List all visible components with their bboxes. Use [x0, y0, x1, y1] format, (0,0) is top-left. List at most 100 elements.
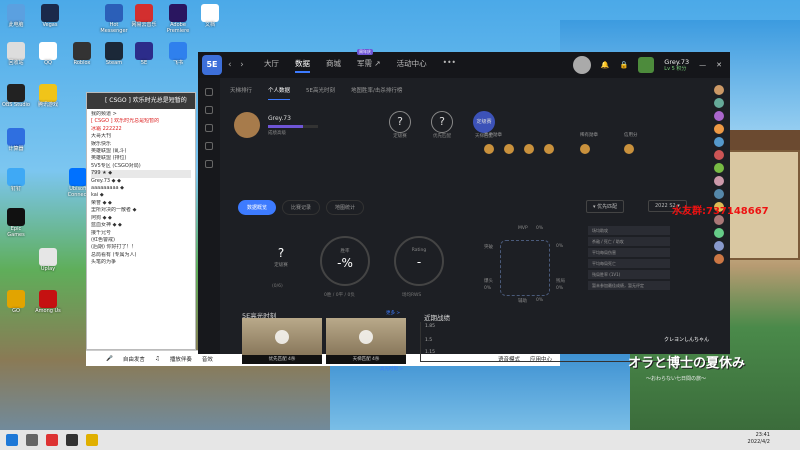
desktop-app-icon[interactable]: OBS Studio	[2, 84, 30, 109]
desktop-app-icon[interactable]: 回收站	[2, 42, 30, 67]
nav-tab[interactable]: •••	[443, 58, 456, 73]
nav-tab[interactable]: 活动中心	[397, 58, 427, 73]
friend-avatar[interactable]	[714, 98, 724, 108]
filter-pill[interactable]: 数据概览	[238, 200, 277, 215]
nav-tab[interactable]: 数据	[295, 58, 310, 73]
desktop-app-icon[interactable]: Hot Messenger	[100, 4, 128, 34]
data-subtab[interactable]: 个人数据	[268, 86, 291, 100]
medal-icon[interactable]	[544, 144, 554, 154]
desktop-app-icon[interactable]: Adobe Premiere	[164, 4, 192, 34]
data-subtab[interactable]: 5E高光时刻	[306, 86, 335, 100]
chat-list-item[interactable]: 5V5专区 (CSGO对局)	[91, 163, 191, 170]
desktop-app-icon[interactable]: 文档	[196, 4, 224, 29]
chat-list-item[interactable]: 头笔的为争	[91, 259, 191, 266]
sound-effect-button[interactable]: 音效	[202, 355, 213, 363]
friend-avatar[interactable]	[714, 150, 724, 160]
chat-list-item[interactable]: 英雄联盟 (乱斗)	[91, 148, 191, 155]
friend-avatar[interactable]	[714, 228, 724, 238]
mic-icon[interactable]: 🎤	[106, 356, 113, 362]
desktop-app-icon[interactable]: 此电脑	[2, 4, 30, 29]
rank-badge[interactable]: ? 定级赛	[382, 111, 418, 139]
desktop-app-icon[interactable]: 网易云音乐	[130, 4, 158, 29]
medal-icon[interactable]	[504, 144, 514, 154]
chat-list-item[interactable]: 阿狗 ◆ ◆	[91, 215, 191, 222]
chat-list-item[interactable]: 娱乐快乐	[91, 141, 191, 148]
close-icon[interactable]: ✕	[716, 61, 722, 69]
friend-avatar[interactable]	[714, 254, 724, 264]
profile-avatar[interactable]	[234, 112, 260, 138]
highlight-card[interactable]: 优先匹配 4杀	[242, 318, 322, 364]
chat-list-item[interactable]: kai ◆	[91, 192, 191, 199]
nav-tab[interactable]: 大厅	[264, 58, 279, 73]
data-subtab[interactable]: 地图胜率/击杀排行榜	[351, 86, 402, 100]
user-name[interactable]: Grey.73	[664, 58, 689, 66]
taskbar-clock[interactable]: 23:41 2022/4/2	[748, 432, 770, 446]
friend-avatar[interactable]	[714, 124, 724, 134]
search-icon[interactable]	[26, 434, 38, 446]
sidebar-game-icon[interactable]	[205, 106, 213, 114]
desktop-app-icon[interactable]: Steam	[100, 42, 128, 67]
bell-icon[interactable]: 🔔	[601, 61, 610, 69]
taskbar-app-icon[interactable]	[66, 434, 78, 446]
friend-avatar[interactable]	[714, 85, 724, 95]
chat-list-item[interactable]: 蓝血女神 ◆ ◆	[91, 222, 191, 229]
desktop-app-icon[interactable]: 计算器	[2, 128, 30, 153]
desktop-app-icon[interactable]: Epic Games	[2, 208, 30, 238]
nav-tab[interactable]: 军需 ↗ 周年庆	[357, 48, 381, 73]
sidebar-settings-icon[interactable]	[205, 160, 213, 168]
desktop-app-icon[interactable]: Among Us	[34, 290, 62, 315]
app-logo[interactable]: 5E	[202, 55, 222, 75]
mode-select[interactable]: ▾ 优先匹配	[586, 200, 625, 213]
chat-list-item[interactable]: aaaaaaaaa ◆	[91, 185, 191, 192]
lock-icon[interactable]: 🔒	[620, 61, 629, 69]
friend-avatar[interactable]	[714, 176, 724, 186]
chat-list-item[interactable]: (红色警戒)	[91, 237, 191, 244]
friend-avatar[interactable]	[714, 111, 724, 121]
friend-avatar[interactable]	[714, 241, 724, 251]
play-accompany-button[interactable]: 播放伴奏	[170, 355, 192, 363]
minimize-icon[interactable]: —	[699, 61, 706, 69]
medal-icon[interactable]	[524, 144, 534, 154]
filter-pill[interactable]: 比赛记录	[282, 200, 321, 215]
desktop-app-icon[interactable]: Uplay	[34, 248, 62, 273]
nav-tab[interactable]: 商城	[326, 58, 341, 73]
chat-list-item[interactable]: Grey.73 ◆ ◆	[91, 178, 191, 185]
desktop-app-icon[interactable]: Vegas	[36, 4, 64, 29]
play-icon[interactable]	[275, 330, 289, 344]
chat-list-item[interactable]: 大哥大刊	[91, 133, 191, 140]
chat-list-item[interactable]: 里所对决的一散者 ◆	[91, 207, 191, 214]
medal-icon[interactable]	[624, 144, 634, 154]
sidebar-team-icon[interactable]	[205, 124, 213, 132]
highlight-card[interactable]: 天梯匹配 4杀	[326, 318, 406, 364]
filter-pill[interactable]: 地图统计	[326, 200, 365, 215]
highlights-more-link[interactable]: 更多 >	[386, 310, 400, 316]
chat-list-item[interactable]: 冰霜 222222	[91, 126, 191, 133]
start-icon[interactable]	[6, 434, 18, 446]
friend-avatar[interactable]	[714, 163, 724, 173]
chat-list-item[interactable]: 我的频道 >	[91, 111, 191, 118]
chat-list-item[interactable]: (后期) 你好打了！！	[91, 244, 191, 251]
chat-list-item[interactable]: 799 ★ ◆	[91, 170, 191, 178]
chat-list-item[interactable]: 总局看有 (专属为人)	[91, 252, 191, 259]
chat-list-item[interactable]: [ CSGO ] 欢乐时光总是短暂的	[91, 118, 191, 125]
user-avatar[interactable]	[638, 57, 655, 73]
sidebar-chat-icon[interactable]	[205, 142, 213, 150]
desktop-app-icon[interactable]: QQ	[34, 42, 62, 67]
music-icon[interactable]: ♫	[155, 356, 160, 362]
desktop-app-icon[interactable]: 飞书	[164, 42, 192, 67]
taskbar-app-icon[interactable]	[86, 434, 98, 446]
chat-list-item[interactable]: 接千兄号	[91, 230, 191, 237]
data-subtab[interactable]: 天梯排行	[230, 86, 252, 100]
rank-badge[interactable]: ? 优先匹配	[424, 111, 460, 139]
chat-list-item[interactable]: 英雄联盟 (排位)	[91, 155, 191, 162]
desktop-app-icon[interactable]: 5E	[130, 42, 158, 67]
play-icon[interactable]	[359, 330, 373, 344]
desktop-app-icon[interactable]: 腾讯游戏	[34, 84, 62, 109]
taskbar-app-icon[interactable]	[46, 434, 58, 446]
medal-icon[interactable]	[484, 144, 494, 154]
chat-list-item[interactable]: 荣誉 ◆ ◆	[91, 200, 191, 207]
desktop-app-icon[interactable]: GO	[2, 290, 30, 315]
desktop-app-icon[interactable]: Roblox	[68, 42, 96, 67]
friend-avatar[interactable]	[572, 56, 591, 74]
friend-avatar[interactable]	[714, 189, 724, 199]
